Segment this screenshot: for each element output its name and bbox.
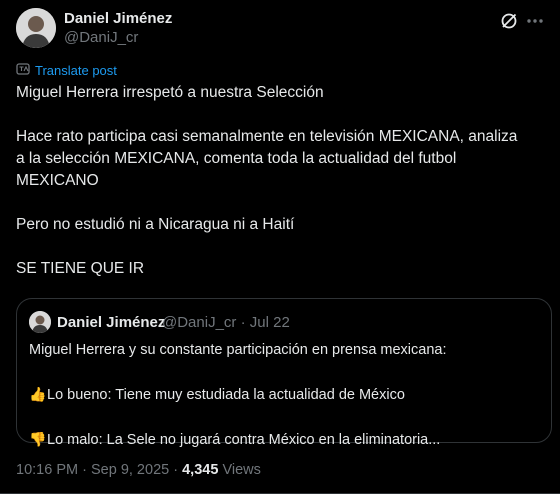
post-line: Pero no estudió ni a Nicaragua ni a Hait… — [16, 216, 295, 233]
post-header: Daniel Jiménez @DaniJ_cr — [16, 8, 544, 48]
more-options-icon[interactable] — [522, 8, 548, 34]
views-label: Views — [222, 462, 261, 478]
grok-icon[interactable] — [498, 10, 520, 32]
quoted-text: Miguel Herrera y su constante participac… — [29, 339, 539, 451]
quoted-bad-text: Lo malo: La Sele no jugará contra México… — [47, 432, 441, 448]
translate-label: Translate post — [35, 63, 117, 78]
post-line: Hace rato participa casi semanalmente en… — [16, 128, 518, 145]
meta-separator: · — [82, 462, 87, 478]
quoted-post-card[interactable]: Daniel Jiménez @DaniJ_cr · Jul 22 Miguel… — [16, 298, 552, 448]
post-line: a la selección MEXICANA, comenta toda la… — [16, 150, 457, 167]
author-name[interactable]: Daniel Jiménez — [64, 10, 172, 27]
post-line: Miguel Herrera irrespetó a nuestra Selec… — [16, 84, 324, 101]
quoted-author-name: Daniel Jiménez — [57, 314, 166, 331]
translate-post-link[interactable]: Translate post — [16, 62, 117, 79]
quoted-author-avatar — [29, 311, 51, 333]
thumbs-down-icon: 👎 — [29, 431, 47, 447]
meta-separator: · — [173, 462, 179, 478]
post-time[interactable]: 10:16 PM — [16, 462, 78, 478]
post-meta: 10:16 PM · Sep 9, 2025 · 4,345 Views — [16, 462, 261, 478]
quoted-meta: @DaniJ_cr · Jul 22 — [162, 314, 290, 331]
quoted-separator: · — [240, 314, 246, 331]
quoted-date: Jul 22 — [249, 314, 290, 331]
author-handle[interactable]: @DaniJ_cr — [64, 29, 138, 46]
quoted-good-text: Lo bueno: Tiene muy estudiada la actuali… — [47, 387, 405, 403]
views-count: 4,345 — [182, 462, 219, 478]
quoted-line-good: 👍Lo bueno: Tiene muy estudiada la actual… — [29, 383, 539, 406]
post-container: Daniel Jiménez @DaniJ_cr Translate post — [0, 0, 560, 494]
quoted-author-handle: @DaniJ_cr — [162, 314, 237, 331]
thumbs-up-icon: 👍 — [29, 386, 47, 402]
quoted-line: Miguel Herrera y su constante participac… — [29, 342, 447, 358]
post-date[interactable]: Sep 9, 2025 — [91, 462, 169, 478]
translate-icon — [16, 62, 30, 79]
post-line: MEXICANO — [16, 172, 99, 189]
avatar-image — [16, 8, 56, 48]
post-line: SE TIENE QUE IR — [16, 260, 145, 277]
author-avatar[interactable] — [16, 8, 56, 48]
post-text: Miguel Herrera irrespetó a nuestra Selec… — [16, 82, 546, 280]
quoted-line-bad: 👎Lo malo: La Sele no jugará contra Méxic… — [29, 428, 539, 451]
